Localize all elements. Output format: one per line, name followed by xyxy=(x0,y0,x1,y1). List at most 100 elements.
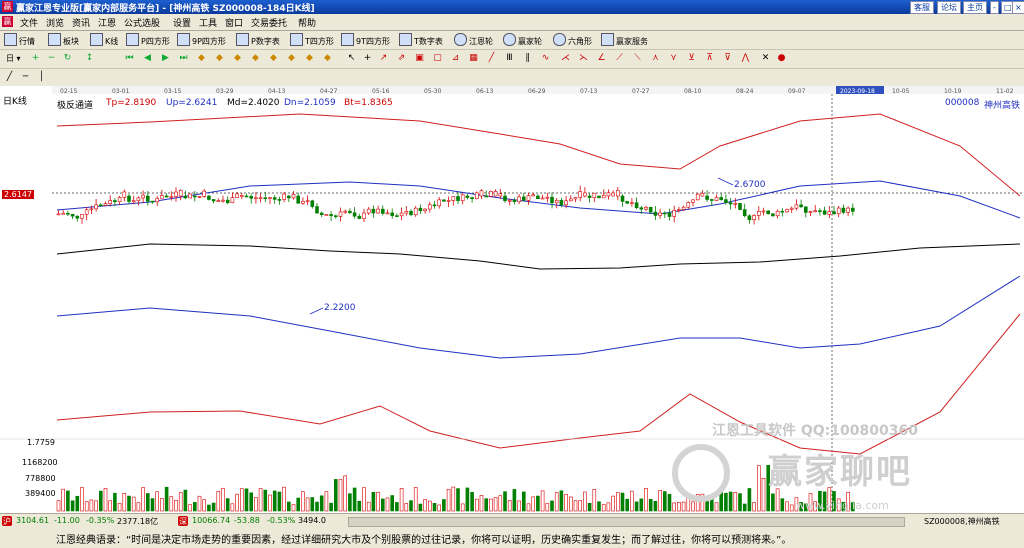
volume-bar xyxy=(362,487,366,512)
volume-bar xyxy=(493,497,498,512)
menu-settings[interactable]: 设置 xyxy=(173,16,191,29)
menu-info[interactable]: 资讯 xyxy=(72,16,90,29)
candle-body xyxy=(489,191,493,197)
diamond-icon[interactable]: ◆ xyxy=(196,53,207,64)
line-draw-icon[interactable]: ╱ xyxy=(4,72,15,83)
diamond4-icon[interactable]: ◆ xyxy=(250,53,261,64)
winner-wheel-button[interactable]: 赢家轮 xyxy=(503,33,542,46)
diamond3-icon[interactable]: ◆ xyxy=(232,53,243,64)
forum-button[interactable]: 论坛 xyxy=(937,1,961,14)
volume-bar xyxy=(691,501,695,512)
p-number-table-button[interactable]: P数字表 xyxy=(236,33,280,46)
arrow-icon[interactable]: ↗ xyxy=(378,53,389,64)
candle-body xyxy=(507,199,512,202)
candle-body xyxy=(606,192,611,197)
9p-square-button[interactable]: 9P四方形 xyxy=(177,33,226,46)
candle-body xyxy=(550,196,554,204)
customer-service-button[interactable]: 客服 xyxy=(910,1,934,14)
menu-tools[interactable]: 工具 xyxy=(199,16,217,29)
candle-body xyxy=(249,196,253,199)
menu-window[interactable]: 窗口 xyxy=(225,16,243,29)
diamond8-icon[interactable]: ◆ xyxy=(322,53,333,64)
text-tool-icon[interactable]: ▣ xyxy=(414,53,425,64)
eraser-icon[interactable]: ✕ xyxy=(760,53,771,64)
gann-box-icon[interactable]: ⋋ xyxy=(578,53,589,64)
volume-bar xyxy=(517,500,521,512)
t-square-button[interactable]: T四方形 xyxy=(290,33,334,46)
fib-tool-icon[interactable]: Ⅲ xyxy=(504,53,515,64)
zoom-out-icon[interactable]: − xyxy=(46,53,57,64)
gann-wheel-button[interactable]: 江恩轮 xyxy=(454,33,493,46)
volume-bar xyxy=(578,500,583,512)
p-square-button[interactable]: P四方形 xyxy=(126,33,170,46)
volume-bar xyxy=(681,501,686,512)
diamond2-icon[interactable]: ◆ xyxy=(214,53,225,64)
menu-trade[interactable]: 交易委托 xyxy=(251,16,287,29)
kline-button[interactable]: K线 xyxy=(90,33,118,46)
candle-body xyxy=(385,212,390,215)
volume-bar xyxy=(301,491,305,512)
menu-file[interactable]: 文件 xyxy=(20,16,38,29)
line-tool-icon[interactable]: ╱ xyxy=(486,53,497,64)
color-icon[interactable]: ● xyxy=(776,53,787,64)
fan-tool-icon[interactable]: ⊿ xyxy=(450,53,461,64)
refresh-icon[interactable]: ↻ xyxy=(62,53,73,64)
first-page-icon[interactable]: ⏮ xyxy=(124,53,135,64)
tool-f-icon[interactable]: ⋀ xyxy=(740,53,751,64)
t-number-table-button[interactable]: T数字表 xyxy=(399,33,443,46)
9t-square-button[interactable]: 9T四方形 xyxy=(341,33,390,46)
gann-fan-icon[interactable]: ⋌ xyxy=(560,53,571,64)
rect-tool-icon[interactable]: ▢ xyxy=(432,53,443,64)
prev-icon[interactable]: ◀ xyxy=(142,53,153,64)
volume-bar xyxy=(409,500,413,512)
h-line-icon[interactable]: ─ xyxy=(20,72,31,83)
zoom-in-icon[interactable]: + xyxy=(30,53,41,64)
volume-bar xyxy=(620,492,625,512)
v-line-icon[interactable]: │ xyxy=(36,72,47,83)
minimize-button[interactable]: - xyxy=(990,1,999,14)
menu-browse[interactable]: 浏览 xyxy=(46,16,64,29)
volume-bar xyxy=(789,504,794,512)
diamond5-icon[interactable]: ◆ xyxy=(268,53,279,64)
horizontal-scrollbar[interactable] xyxy=(348,517,905,527)
quotes-button[interactable]: 行情 xyxy=(4,33,35,46)
period-select[interactable]: 日 ▾ xyxy=(6,52,21,65)
menu-help[interactable]: 帮助 xyxy=(298,16,316,29)
next-icon[interactable]: ▶ xyxy=(160,53,171,64)
hexagon-button[interactable]: 六角形 xyxy=(553,33,592,46)
close-button[interactable]: × xyxy=(1012,1,1024,14)
winner-service-button[interactable]: 赢家服务 xyxy=(601,33,648,46)
last-page-icon[interactable]: ⏭ xyxy=(178,53,189,64)
sectors-button[interactable]: 板块 xyxy=(48,33,79,46)
volume-bar xyxy=(127,495,131,512)
cursor-icon[interactable]: ↖ xyxy=(346,53,357,64)
menu-stock-picking[interactable]: 公式选股 xyxy=(124,16,160,29)
kline-chart[interactable]: 02-15 03-01 03-15 03-29 04-13 04-27 05-16 05-30… xyxy=(0,86,1024,513)
candle-body xyxy=(803,206,808,213)
tool-e-icon[interactable]: ⊽ xyxy=(722,53,733,64)
candle-body xyxy=(761,210,766,213)
volume-bar xyxy=(371,491,376,512)
tool-a-icon[interactable]: ⋏ xyxy=(650,53,661,64)
volume-bar xyxy=(738,493,742,512)
tool-b-icon[interactable]: ⋎ xyxy=(668,53,679,64)
cycle-tool-icon[interactable]: ∿ xyxy=(540,53,551,64)
candle-body xyxy=(146,195,150,202)
candle-body xyxy=(127,195,131,202)
arrow2-icon[interactable]: ⇗ xyxy=(396,53,407,64)
app-menu-icon[interactable]: 赢 xyxy=(2,16,13,27)
homepage-button[interactable]: 主页 xyxy=(963,1,987,14)
diamond7-icon[interactable]: ◆ xyxy=(304,53,315,64)
up-down-icon[interactable]: ↕ xyxy=(84,53,95,64)
tool-d-icon[interactable]: ⊼ xyxy=(704,53,715,64)
angle-tool-icon[interactable]: ∠ xyxy=(596,53,607,64)
tool-c-icon[interactable]: ⊻ xyxy=(686,53,697,64)
gann-line-icon[interactable]: ⟍ xyxy=(632,53,643,64)
grid-tool-icon[interactable]: ▦ xyxy=(468,53,479,64)
parallel-tool-icon[interactable]: ∥ xyxy=(522,53,533,64)
speed-line-icon[interactable]: ⟋ xyxy=(614,53,625,64)
menu-gann[interactable]: 江恩 xyxy=(98,16,116,29)
candle-body xyxy=(66,212,70,215)
diamond6-icon[interactable]: ◆ xyxy=(286,53,297,64)
crosshair-icon[interactable]: + xyxy=(362,53,373,64)
